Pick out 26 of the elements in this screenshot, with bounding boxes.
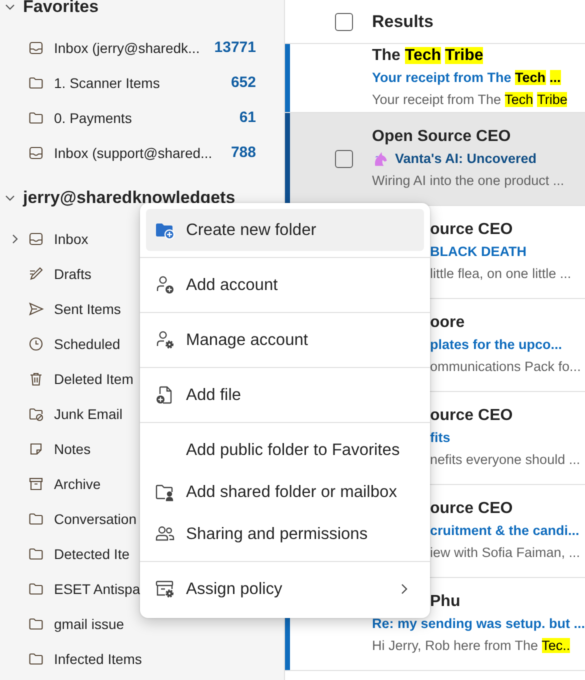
sender-name: ource CEO xyxy=(430,220,514,240)
preview-text: Hi Jerry, Rob here from The Tec.. xyxy=(372,637,572,655)
list-title: Results xyxy=(372,12,434,32)
unread-count: 788 xyxy=(230,144,256,161)
sender-name: oore xyxy=(430,313,466,333)
sender-name: The Tech Tribe xyxy=(372,46,484,66)
sender-name: ource CEO xyxy=(430,499,514,519)
sender-name: Phu xyxy=(430,592,462,612)
sender-name: ource CEO xyxy=(430,406,514,426)
sender-name: Open Source CEO xyxy=(372,127,512,147)
preview-text: little flea, on one little ... xyxy=(430,265,572,283)
preview-text: Wiring AI into the one product ... xyxy=(372,172,564,190)
unread-count: 652 xyxy=(230,74,256,91)
subject-text: fits xyxy=(430,429,450,447)
subject-text: Your receipt from The Tech ... xyxy=(372,69,561,87)
preview-text: iew with Sofia Faiman, ... xyxy=(430,544,580,562)
subject-text: cruitment & the candi... xyxy=(430,522,580,540)
subject-text: BLACK DEATH xyxy=(430,243,526,261)
subject-text: plates for the upco... xyxy=(430,336,562,354)
preview-text: Your receipt from The Tech Tribe xyxy=(372,91,568,109)
unread-count: 61 xyxy=(239,109,256,126)
preview-text: nefits everyone should ... xyxy=(430,451,580,469)
unread-count: 13771 xyxy=(214,39,256,56)
subject-text: Vanta's AI: Uncovered xyxy=(395,150,537,168)
preview-text: ommunications Pack fo... xyxy=(430,358,581,376)
subject-text: Re: my sending was setup. but ... xyxy=(372,615,585,633)
